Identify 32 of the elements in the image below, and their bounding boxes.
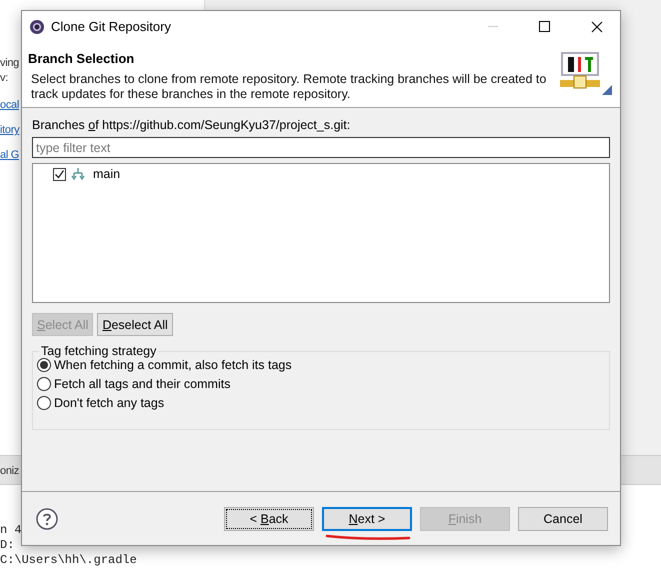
view-tab[interactable]: oniz (0, 465, 19, 477)
page-title: Branch Selection (28, 51, 136, 66)
next-button[interactable]: Next > (322, 506, 412, 530)
git-logo-icon (560, 51, 612, 97)
radio-button[interactable] (37, 396, 51, 410)
maximize-icon[interactable] (539, 20, 551, 32)
cancel-button[interactable]: Cancel (518, 506, 608, 530)
radio-label[interactable]: When fetching a commit, also fetch its tags (54, 358, 292, 372)
radio-button[interactable] (37, 358, 51, 372)
back-button[interactable]: < Back (224, 506, 314, 530)
filter-field[interactable]: type filter text (32, 137, 610, 158)
branch-checkbox[interactable] (53, 168, 66, 180)
group-title: Tag fetching strategy (40, 344, 158, 358)
radio-label[interactable]: Fetch all tags and their commits (54, 377, 230, 391)
branch-icon (70, 167, 86, 181)
panel-text: ving (0, 56, 19, 71)
panel-link[interactable]: ocal (0, 98, 19, 113)
help-icon[interactable] (36, 508, 58, 530)
panel-link[interactable]: itory (0, 123, 20, 138)
panel-link[interactable]: al G (0, 148, 19, 163)
radio-button[interactable] (37, 377, 51, 391)
console-line: n 4 (0, 523, 22, 538)
branches-label: Branches of https://github.com/SeungKyu37/project_s.git: (32, 118, 352, 132)
console-line: C:\Users\hh\.gradle (0, 553, 137, 568)
branch-name: main (93, 167, 120, 181)
close-icon[interactable] (591, 20, 603, 32)
page-description: Select branches to clone from remote repository. Remote tracking branches will be created to track updates for these branches in the remote repository. (30, 72, 548, 102)
window-title: Clone Git Repository (51, 19, 172, 34)
radio-label[interactable]: Don't fetch any tags (54, 396, 164, 410)
panel-text: v: (0, 71, 8, 86)
deselect-all-button[interactable]: Deselect All (97, 313, 173, 336)
console-line: D: (0, 538, 14, 553)
